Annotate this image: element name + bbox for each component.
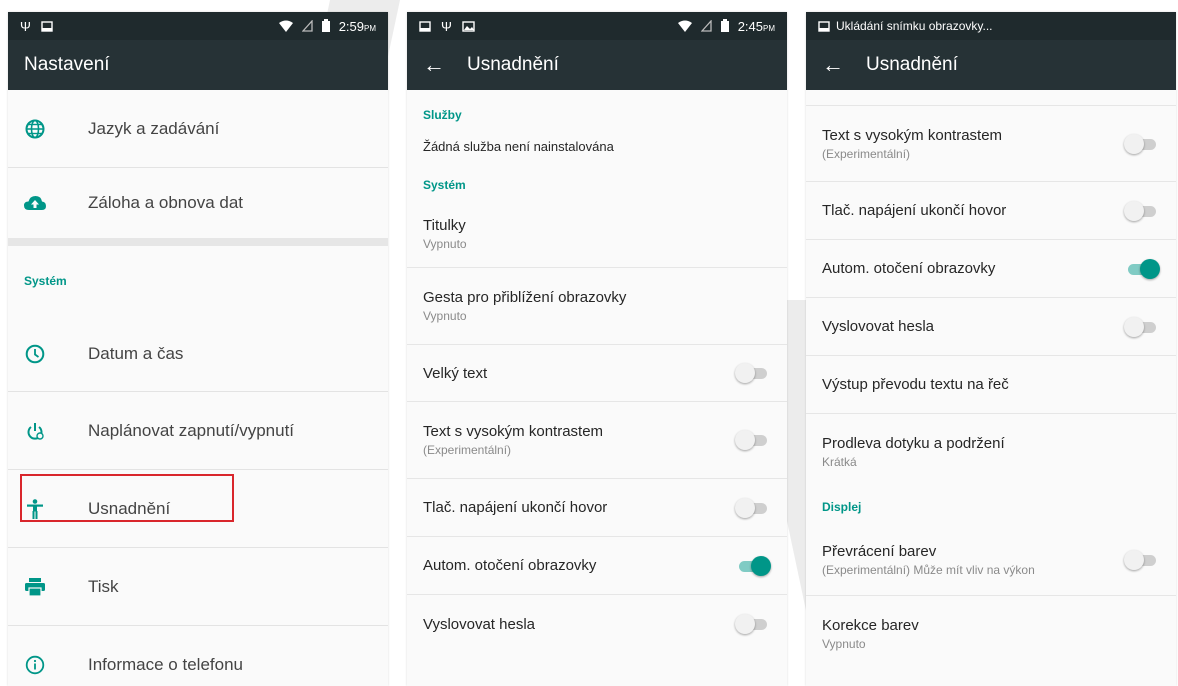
settings-item-label: Naplánovat zapnutí/vypnutí xyxy=(88,420,295,440)
status-time: 2:45PM xyxy=(737,18,775,34)
settings-item-label: Informace o telefonu xyxy=(88,655,243,674)
toggle-switch[interactable] xyxy=(1124,200,1160,221)
no-signal-icon xyxy=(700,20,712,32)
toggle-switch[interactable] xyxy=(1124,549,1160,570)
toggle-switch[interactable] xyxy=(1124,316,1160,337)
pref-touch-hold-delay[interactable]: Prodleva dotyku a podržení Krátká xyxy=(806,414,1176,490)
no-service-text: Žádná služba není nainstalována xyxy=(423,138,614,154)
pref-high-contrast-text[interactable]: Text s vysokým kontrastem (Experimentální… xyxy=(806,106,1176,182)
settings-item-label: Záloha a obnova dat xyxy=(88,193,244,212)
no-signal-icon xyxy=(301,20,313,32)
toggle-switch[interactable] xyxy=(735,430,771,450)
app-bar: Nastavení xyxy=(8,40,388,90)
info-icon xyxy=(24,654,46,676)
wifi-icon xyxy=(278,20,293,32)
pref-auto-rotate-screen[interactable]: Autom. otočení obrazovky xyxy=(407,537,787,595)
settings-item-date-time[interactable]: Datum a čas xyxy=(8,316,388,392)
settings-item-label: Datum a čas xyxy=(88,343,184,363)
pref-text-to-speech-output[interactable]: Výstup převodu textu na řeč xyxy=(806,356,1176,414)
settings-item-backup[interactable]: Záloha a obnova dat xyxy=(8,168,388,246)
pref-auto-rotate-screen[interactable]: Autom. otočení obrazovky xyxy=(806,240,1176,298)
page-title: Nastavení xyxy=(24,54,110,75)
section-header-services: Služby xyxy=(423,108,462,122)
pref-color-correction[interactable]: Korekce barev Vypnuto xyxy=(806,596,1176,672)
phone-accessibility-screen: Ψ 2:45PM ← Usnadnění Služby Žádná služba… xyxy=(407,12,787,686)
wifi-icon xyxy=(677,20,692,32)
app-bar: ← Usnadnění xyxy=(806,40,1176,90)
section-header-system: Systém xyxy=(423,178,466,192)
page-title: Usnadnění xyxy=(467,54,559,75)
toggle-switch[interactable] xyxy=(735,363,771,383)
phone-settings-screen: Ψ 2:59PM Nastavení Jazyk a zadávání Zálo… xyxy=(8,12,388,686)
status-bar: Ψ 2:59PM xyxy=(8,12,388,40)
screenshot-icon xyxy=(41,20,53,32)
section-header-system: Systém xyxy=(24,274,67,288)
back-arrow-icon[interactable]: ← xyxy=(423,52,445,78)
status-bar: Ψ 2:45PM xyxy=(407,12,787,40)
toggle-switch[interactable] xyxy=(735,555,771,576)
screenshot-icon xyxy=(419,20,431,32)
pref-magnification-gestures[interactable]: Gesta pro přiblížení obrazovky Vypnuto xyxy=(407,268,787,345)
usb-icon: Ψ xyxy=(441,18,452,34)
page-title: Usnadnění xyxy=(866,54,958,75)
settings-item-print[interactable]: Tisk xyxy=(8,548,388,626)
usb-icon: Ψ xyxy=(20,18,31,34)
scroll-edge xyxy=(806,90,1176,106)
app-bar: ← Usnadnění xyxy=(407,40,787,90)
battery-icon xyxy=(321,19,330,32)
toggle-switch[interactable] xyxy=(1124,133,1160,154)
power-schedule-icon xyxy=(24,420,46,442)
screenshot-icon xyxy=(818,20,830,32)
toggle-switch[interactable] xyxy=(1124,258,1160,279)
toggle-switch[interactable] xyxy=(735,497,771,518)
toggle-switch[interactable] xyxy=(735,614,771,634)
pref-power-button-ends-call[interactable]: Tlač. napájení ukončí hovor xyxy=(407,479,787,537)
pref-power-button-ends-call[interactable]: Tlač. napájení ukončí hovor xyxy=(806,182,1176,240)
settings-item-label: Jazyk a zadávání xyxy=(88,118,220,138)
settings-item-label: Tisk xyxy=(88,576,119,596)
pref-captions[interactable]: Titulky Vypnuto xyxy=(407,200,787,268)
settings-item-schedule-power[interactable]: Naplánovat zapnutí/vypnutí xyxy=(8,392,388,470)
status-bar: Ukládání snímku obrazovky... xyxy=(806,12,1176,40)
pref-high-contrast-text[interactable]: Text s vysokým kontrastem (Experimentální… xyxy=(407,402,787,479)
pref-color-inversion[interactable]: Převrácení barev (Experimentální) Může mí… xyxy=(806,524,1176,596)
back-arrow-icon[interactable]: ← xyxy=(822,52,844,78)
notification-text: Ukládání snímku obrazovky... xyxy=(836,19,993,33)
globe-icon xyxy=(24,118,46,140)
pref-speak-passwords[interactable]: Vyslovovat hesla xyxy=(806,298,1176,356)
clock-icon xyxy=(24,343,46,365)
cloud-upload-icon xyxy=(24,192,46,214)
phone-accessibility-screen-scrolled: Ukládání snímku obrazovky... ← Usnadnění… xyxy=(806,12,1176,686)
printer-icon xyxy=(24,576,46,598)
settings-item-language[interactable]: Jazyk a zadávání xyxy=(8,90,388,168)
image-icon xyxy=(462,20,475,32)
settings-item-about-phone[interactable]: Informace o telefonu xyxy=(8,626,388,686)
status-time: 2:59PM xyxy=(338,18,376,34)
section-header-display: Displej xyxy=(822,500,862,514)
highlight-box xyxy=(20,474,234,522)
pref-speak-passwords[interactable]: Vyslovovat hesla xyxy=(407,595,787,653)
pref-large-text[interactable]: Velký text xyxy=(407,345,787,402)
battery-icon xyxy=(720,19,729,32)
